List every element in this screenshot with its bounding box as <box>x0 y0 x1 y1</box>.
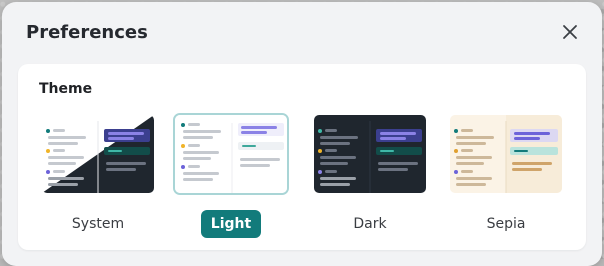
dialog-title: Preferences <box>26 22 148 43</box>
theme-option-light[interactable]: Light <box>173 113 289 238</box>
close-icon[interactable] <box>560 22 580 42</box>
theme-label-light: Light <box>200 210 262 238</box>
theme-section-label: Theme <box>39 81 93 97</box>
theme-label-dark: Dark <box>353 216 387 232</box>
preferences-dialog: Preferences Theme System Light Dark Sepi… <box>2 2 602 266</box>
theme-label-system: System <box>71 216 125 232</box>
theme-label-sepia: Sepia <box>486 216 526 232</box>
light-theme-thumbnail <box>173 113 289 195</box>
dark-theme-thumbnail <box>312 113 428 195</box>
system-theme-thumbnail <box>40 113 156 195</box>
theme-card: Theme System Light Dark Sepia <box>18 64 586 250</box>
theme-option-system[interactable]: System <box>40 113 156 238</box>
theme-option-dark[interactable]: Dark <box>312 113 428 238</box>
sepia-theme-thumbnail <box>448 113 564 195</box>
theme-option-sepia[interactable]: Sepia <box>448 113 564 238</box>
